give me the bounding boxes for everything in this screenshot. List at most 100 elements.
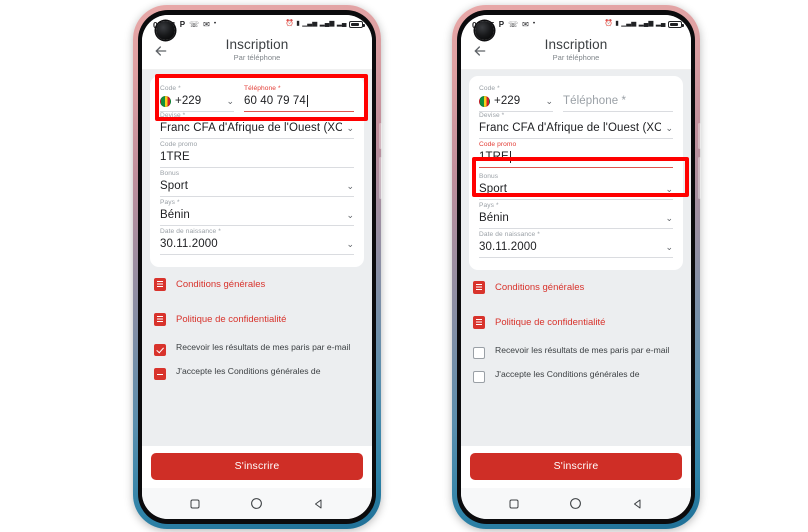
vibrate-icon: ▮ — [615, 20, 619, 28]
checkbox-newsletter[interactable]: Recevoir les résultats de mes paris par … — [150, 337, 364, 361]
phone-right: 07:25 P ☏ ✉ • ⏰ ▮ ▁▃▅ ▂▄▆ ▂▄ — [452, 5, 701, 529]
form-body-left[interactable]: Code * +229 ⌄ Téléphone * 60 40 79 74 De… — [142, 70, 372, 446]
country-field[interactable]: Pays * Bénin ⌄ — [479, 202, 673, 229]
checkbox-terms-box[interactable] — [154, 368, 166, 380]
birthdate-value: 30.11.2000 — [160, 238, 218, 250]
phone-left-bezel: 07:26 P ☏ ✉ • ⏰ ▮ ▁▃▅ ▂▄▆ ▂▄ — [138, 10, 376, 524]
phone-number-line: 60 40 79 74 — [244, 94, 354, 112]
country-code-field[interactable]: Code * +229 ⌄ — [160, 85, 234, 112]
bonus-value: Sport — [479, 183, 507, 195]
phone-left-screen: 07:26 P ☏ ✉ • ⏰ ▮ ▁▃▅ ▂▄▆ ▂▄ — [142, 15, 372, 519]
document-icon — [154, 313, 166, 326]
back-triangle-icon[interactable] — [313, 498, 325, 510]
bonus-field[interactable]: Bonus Sport ⌄ — [479, 173, 673, 200]
power-button[interactable] — [379, 123, 382, 149]
square-icon[interactable] — [508, 498, 520, 510]
bonus-value: Sport — [160, 180, 188, 192]
phone-number-field[interactable]: Téléphone * 60 40 79 74 — [244, 85, 354, 112]
bonus-label: Bonus — [160, 170, 180, 177]
birthdate-field[interactable]: Date de naissance * 30.11.2000 ⌄ — [479, 231, 673, 258]
promo-code-line: 1TRE — [479, 150, 673, 168]
currency-value: Franc CFA d'Afrique de l'Ouest (XOF) — [160, 122, 343, 134]
chevron-down-icon[interactable]: ⌄ — [661, 213, 673, 223]
link-privacy-label: Politique de confidentialité — [176, 314, 287, 325]
link-terms[interactable]: Conditions générales — [150, 267, 364, 302]
dot-icon: • — [532, 20, 536, 28]
link-privacy[interactable]: Politique de confidentialité — [469, 305, 683, 340]
chevron-down-icon[interactable]: ⌄ — [222, 96, 234, 106]
document-icon — [154, 278, 166, 291]
circle-icon[interactable] — [569, 497, 582, 510]
checkbox-newsletter[interactable]: Recevoir les résultats de mes paris par … — [469, 340, 683, 364]
promo-code-value: 1TRE — [479, 151, 509, 163]
promo-code-label: Code promo — [479, 141, 517, 148]
form-body-right[interactable]: Code * +229 ⌄ Téléphone * Devise * Franc… — [461, 70, 691, 446]
currency-field[interactable]: Devise * Franc CFA d'Afrique de l'Ouest … — [160, 112, 354, 139]
country-code-line: +229 ⌄ — [479, 94, 553, 112]
link-terms-label: Conditions générales — [495, 282, 585, 293]
country-code-value: +229 — [494, 95, 521, 107]
currency-value: Franc CFA d'Afrique de l'Ouest (XOF) — [479, 122, 662, 134]
link-privacy[interactable]: Politique de confidentialité — [150, 302, 364, 337]
checkbox-newsletter-label: Recevoir les résultats de mes paris par … — [495, 345, 670, 355]
country-field[interactable]: Pays * Bénin ⌄ — [160, 199, 354, 226]
chevron-down-icon[interactable]: ⌄ — [661, 123, 673, 133]
signup-button[interactable]: S'inscrire — [470, 453, 682, 480]
status-bar-right: 07:25 P ☏ ✉ • ⏰ ▮ ▁▃▅ ▂▄▆ ▂▄ — [461, 15, 691, 34]
status-bar-left: 07:26 P ☏ ✉ • ⏰ ▮ ▁▃▅ ▂▄▆ ▂▄ — [142, 15, 372, 34]
bonus-line: Sport ⌄ — [160, 179, 354, 197]
promo-code-label: Code promo — [160, 141, 198, 148]
chevron-down-icon[interactable]: ⌄ — [342, 210, 354, 220]
benin-flag-icon — [160, 95, 171, 107]
volume-button[interactable] — [379, 157, 382, 199]
chevron-down-icon[interactable]: ⌄ — [342, 181, 354, 191]
link-terms[interactable]: Conditions générales — [469, 270, 683, 305]
phone-number-field[interactable]: Téléphone * — [563, 85, 673, 112]
back-button[interactable] — [470, 41, 490, 61]
back-triangle-icon[interactable] — [632, 498, 644, 510]
birthdate-value: 30.11.2000 — [479, 241, 537, 253]
android-nav-bar-left — [142, 488, 372, 519]
chevron-down-icon[interactable]: ⌄ — [661, 242, 673, 252]
checkbox-terms[interactable]: J'accepte les Conditions générales de — [150, 361, 364, 385]
alarm-icon: ⏰ — [604, 20, 613, 28]
chevron-down-icon[interactable]: ⌄ — [342, 239, 354, 249]
chevron-down-icon[interactable]: ⌄ — [541, 96, 553, 106]
chevron-down-icon[interactable]: ⌄ — [661, 184, 673, 194]
app-header-right: Inscription Par téléphone — [461, 34, 691, 70]
promo-code-field[interactable]: Code promo 1TRE — [160, 141, 354, 168]
power-button[interactable] — [698, 123, 701, 149]
checkbox-terms-box[interactable] — [473, 371, 485, 383]
checkbox-terms[interactable]: J'accepte les Conditions générales de — [469, 364, 683, 388]
page-subtitle: Par téléphone — [552, 53, 600, 62]
back-button[interactable] — [151, 41, 171, 61]
whatsapp-icon: ☏ — [189, 19, 200, 29]
currency-field[interactable]: Devise * Franc CFA d'Afrique de l'Ouest … — [479, 112, 673, 139]
signup-button[interactable]: S'inscrire — [151, 453, 363, 480]
bonus-field[interactable]: Bonus Sport ⌄ — [160, 170, 354, 197]
square-icon[interactable] — [189, 498, 201, 510]
text-caret — [509, 151, 511, 163]
signal-bars-icon: ▁▃▅ — [302, 20, 318, 28]
code-phone-row: Code * +229 ⌄ Téléphone * 60 40 79 74 — [160, 85, 354, 112]
country-code-label: Code * — [160, 85, 181, 92]
birthdate-field[interactable]: Date de naissance * 30.11.2000 ⌄ — [160, 228, 354, 255]
checkbox-newsletter-box[interactable] — [154, 344, 166, 356]
circle-icon[interactable] — [250, 497, 263, 510]
signal-4g-icon: ▂▄▆ — [319, 20, 335, 28]
promo-code-value: 1TRE — [160, 151, 190, 163]
vibrate-icon: ▮ — [296, 20, 300, 28]
promo-code-field[interactable]: Code promo 1TRE — [479, 141, 673, 168]
currency-line: Franc CFA d'Afrique de l'Ouest (XOF) ⌄ — [160, 121, 354, 139]
country-value: Bénin — [160, 209, 190, 221]
volume-button[interactable] — [698, 157, 701, 199]
checkbox-newsletter-box[interactable] — [473, 347, 485, 359]
country-code-field[interactable]: Code * +229 ⌄ — [479, 85, 553, 112]
phone-right-bezel: 07:25 P ☏ ✉ • ⏰ ▮ ▁▃▅ ▂▄▆ ▂▄ — [457, 10, 695, 524]
document-icon — [473, 316, 485, 329]
chevron-down-icon[interactable]: ⌄ — [342, 123, 354, 133]
country-line: Bénin ⌄ — [160, 208, 354, 226]
status-right-group: ⏰ ▮ ▁▃▅ ▂▄▆ ▂▄ — [604, 20, 684, 29]
phone-number-value: 60 40 79 74 — [244, 95, 306, 107]
country-code-line: +229 ⌄ — [160, 94, 234, 112]
